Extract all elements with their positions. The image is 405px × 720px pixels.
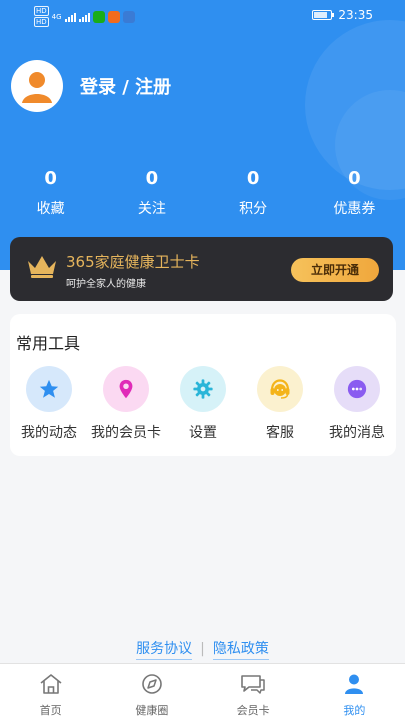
sim-tag: HD — [34, 6, 49, 16]
common-tools-panel: 常用工具 我的动态 我的会员卡 设置 客服 我的消息 — [10, 314, 396, 456]
tab-label: 我的 — [343, 704, 366, 717]
avatar[interactable] — [11, 60, 63, 112]
stat-following[interactable]: 0 关注 — [101, 168, 202, 218]
service-agreement-link[interactable]: 服务协议 — [136, 641, 193, 660]
tab-label: 首页 — [39, 704, 62, 717]
vip-card-subtitle: 呵护全家人的健康 — [66, 279, 146, 290]
stat-coupons[interactable]: 0 优惠券 — [304, 168, 405, 218]
tool-label: 我的消息 — [329, 425, 385, 441]
link-separator: | — [200, 641, 205, 657]
tool-my-posts[interactable]: 我的动态 — [10, 366, 88, 442]
wechat-icon — [92, 10, 105, 23]
stat-label: 关注 — [137, 201, 166, 217]
video-icon — [107, 10, 120, 23]
tool-my-member-card[interactable]: 我的会员卡 — [87, 366, 165, 442]
user-icon — [345, 674, 364, 694]
profile-header: HD HD 4G 23:35 登录 / 注册 0 收藏 0 关注 0 积分 0 … — [0, 0, 405, 270]
crown-icon — [28, 256, 56, 278]
stat-points[interactable]: 0 积分 — [203, 168, 304, 218]
stat-value: 0 — [44, 168, 57, 189]
stat-value: 0 — [246, 168, 260, 189]
headset-icon — [270, 379, 290, 399]
tool-label: 我的会员卡 — [91, 425, 161, 441]
tool-label: 设置 — [189, 425, 217, 441]
tool-customer-service[interactable]: 客服 — [241, 366, 319, 442]
tab-mine[interactable]: 我的 — [304, 664, 405, 720]
status-bar: HD HD 4G 23:35 — [0, 0, 405, 32]
status-time: 23:35 — [338, 8, 373, 22]
signal-icon — [64, 12, 76, 22]
tool-label: 客服 — [266, 425, 294, 441]
activate-now-button[interactable]: 立即开通 — [291, 258, 379, 282]
stat-favorites[interactable]: 0 收藏 — [0, 168, 101, 218]
bottom-tab-bar: 首页 健康圈 会员卡 我的 — [0, 663, 405, 720]
chat-icon — [241, 675, 265, 694]
home-icon — [40, 674, 62, 694]
tab-label: 健康圈 — [135, 704, 169, 717]
network-type: 4G — [51, 12, 62, 21]
tools-heading: 常用工具 — [16, 334, 81, 353]
tool-settings[interactable]: 设置 — [164, 366, 242, 442]
footer-links: 服务协议 | 隐私政策 — [0, 638, 405, 660]
compass-icon — [142, 674, 162, 694]
login-register-link[interactable]: 登录 / 注册 — [80, 73, 171, 99]
signal-icon — [78, 12, 90, 22]
stat-label: 积分 — [239, 201, 268, 217]
privacy-policy-link[interactable]: 隐私政策 — [212, 641, 269, 660]
location-pin-icon — [119, 379, 133, 399]
vip-card-banner[interactable]: 365家庭健康卫士卡 呵护全家人的健康 立即开通 — [10, 237, 393, 301]
battery-icon — [312, 10, 335, 20]
tab-home[interactable]: 首页 — [0, 664, 101, 720]
user-profile[interactable]: 登录 / 注册 — [11, 60, 171, 112]
tool-label: 我的动态 — [21, 425, 77, 441]
tab-label: 会员卡 — [236, 704, 270, 717]
tab-health-circle[interactable]: 健康圈 — [101, 664, 202, 720]
stats-row: 0 收藏 0 关注 0 积分 0 优惠券 — [0, 168, 405, 218]
vip-card-title: 365家庭健康卫士卡 — [66, 253, 200, 271]
gear-icon — [193, 379, 213, 399]
message-icon — [347, 379, 367, 399]
tab-member-card[interactable]: 会员卡 — [203, 664, 304, 720]
browser-icon — [122, 10, 135, 23]
sim-tag: HD — [34, 17, 49, 27]
user-avatar-icon — [14, 63, 60, 109]
star-icon — [39, 379, 59, 398]
stat-label: 优惠券 — [333, 201, 376, 217]
stat-value: 0 — [348, 168, 361, 189]
stat-label: 收藏 — [36, 201, 65, 217]
tool-my-messages[interactable]: 我的消息 — [318, 366, 396, 442]
stat-value: 0 — [145, 168, 159, 189]
